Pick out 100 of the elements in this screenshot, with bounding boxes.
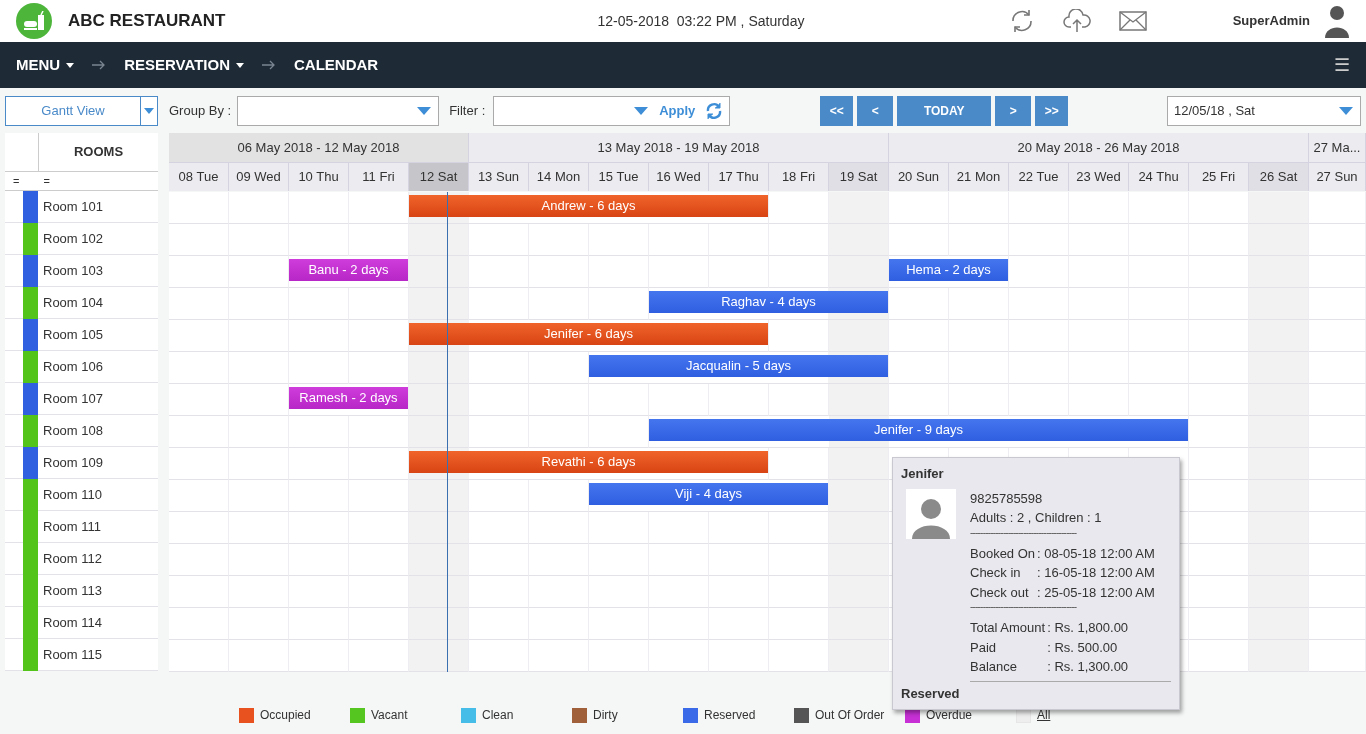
calendar-cell[interactable] — [469, 544, 529, 576]
calendar-cell[interactable] — [649, 256, 709, 288]
calendar-cell[interactable] — [529, 352, 589, 384]
calendar-cell[interactable] — [589, 576, 649, 608]
calendar-cell[interactable] — [1189, 416, 1249, 448]
calendar-cell[interactable]: Raghav - 4 days — [649, 288, 889, 320]
calendar-cell[interactable] — [949, 352, 1009, 384]
calendar-cell[interactable] — [709, 512, 769, 544]
booking-bar[interactable]: Ramesh - 2 days — [289, 387, 408, 409]
calendar-cell[interactable] — [169, 384, 229, 416]
calendar-cell[interactable] — [409, 480, 469, 512]
calendar-cell[interactable] — [1189, 192, 1249, 224]
calendar-cell[interactable] — [1009, 224, 1069, 256]
calendar-cell[interactable] — [649, 640, 709, 672]
calendar-cell[interactable] — [1009, 288, 1069, 320]
calendar-cell[interactable] — [1249, 352, 1309, 384]
calendar-cell[interactable] — [1189, 224, 1249, 256]
calendar-cell[interactable] — [1309, 384, 1366, 416]
calendar-cell[interactable] — [229, 288, 289, 320]
calendar-cell[interactable] — [769, 384, 829, 416]
calendar-cell[interactable] — [1129, 288, 1189, 320]
calendar-cell[interactable] — [769, 544, 829, 576]
calendar-cell[interactable] — [829, 576, 889, 608]
calendar-cell[interactable] — [349, 640, 409, 672]
booking-bar[interactable]: Banu - 2 days — [289, 259, 408, 281]
calendar-cell[interactable] — [529, 384, 589, 416]
calendar-cell[interactable] — [589, 384, 649, 416]
filter-select[interactable]: Apply — [493, 95, 731, 126]
calendar-cell[interactable] — [1309, 224, 1366, 256]
user-avatar-icon[interactable] — [1324, 4, 1350, 38]
nav-button[interactable]: << — [820, 95, 854, 126]
calendar-cell[interactable] — [229, 320, 289, 352]
calendar-cell[interactable]: Viji - 4 days — [589, 480, 829, 512]
calendar-cell[interactable] — [709, 544, 769, 576]
calendar-cell[interactable] — [1249, 640, 1309, 672]
calendar-cell[interactable] — [1069, 320, 1129, 352]
calendar-cell[interactable] — [229, 192, 289, 224]
calendar-cell[interactable] — [1189, 384, 1249, 416]
calendar-cell[interactable] — [1069, 384, 1129, 416]
calendar-cell[interactable] — [349, 352, 409, 384]
calendar-cell[interactable] — [229, 256, 289, 288]
calendar-cell[interactable] — [1069, 192, 1129, 224]
calendar-cell[interactable] — [229, 416, 289, 448]
calendar-cell[interactable] — [769, 224, 829, 256]
calendar-cell[interactable] — [769, 320, 829, 352]
calendar-cell[interactable] — [409, 416, 469, 448]
calendar-cell[interactable] — [1069, 256, 1129, 288]
calendar-cell[interactable] — [169, 192, 229, 224]
calendar-cell[interactable] — [529, 288, 589, 320]
calendar-cell[interactable] — [1249, 224, 1309, 256]
calendar-cell[interactable]: Revathi - 6 days — [409, 448, 769, 480]
calendar-cell[interactable] — [169, 608, 229, 640]
calendar-cell[interactable] — [829, 192, 889, 224]
calendar-cell[interactable] — [649, 384, 709, 416]
calendar-cell[interactable] — [1069, 288, 1129, 320]
calendar-cell[interactable] — [709, 256, 769, 288]
calendar-cell[interactable] — [1189, 480, 1249, 512]
calendar-cell[interactable] — [1189, 320, 1249, 352]
cloud-upload-icon[interactable] — [1062, 9, 1091, 33]
calendar-cell[interactable] — [229, 576, 289, 608]
calendar-cell[interactable] — [289, 448, 349, 480]
calendar-cell[interactable] — [1249, 320, 1309, 352]
calendar-cell[interactable] — [1189, 288, 1249, 320]
calendar-cell[interactable] — [469, 576, 529, 608]
calendar-cell[interactable] — [1309, 480, 1366, 512]
calendar-cell[interactable] — [169, 416, 229, 448]
calendar-cell[interactable] — [949, 288, 1009, 320]
calendar-cell[interactable] — [169, 224, 229, 256]
calendar-cell[interactable] — [949, 192, 1009, 224]
calendar-cell[interactable] — [469, 416, 529, 448]
calendar-cell[interactable] — [1249, 576, 1309, 608]
calendar-cell[interactable] — [229, 448, 289, 480]
calendar-cell[interactable] — [229, 512, 289, 544]
calendar-cell[interactable] — [889, 320, 949, 352]
calendar-cell[interactable] — [709, 640, 769, 672]
calendar-cell[interactable] — [589, 256, 649, 288]
calendar-cell[interactable] — [829, 320, 889, 352]
calendar-cell[interactable] — [409, 288, 469, 320]
breadcrumb-link[interactable]: CALENDAR — [294, 53, 379, 77]
calendar-cell[interactable] — [1309, 448, 1366, 480]
calendar-cell[interactable] — [1129, 224, 1189, 256]
calendar-cell[interactable] — [1009, 256, 1069, 288]
calendar-cell[interactable] — [589, 224, 649, 256]
calendar-cell[interactable] — [889, 384, 949, 416]
calendar-cell[interactable] — [169, 288, 229, 320]
calendar-cell[interactable] — [949, 320, 1009, 352]
calendar-cell[interactable] — [469, 256, 529, 288]
calendar-cell[interactable] — [349, 480, 409, 512]
calendar-cell[interactable] — [829, 256, 889, 288]
refresh-icon[interactable] — [705, 101, 724, 120]
calendar-cell[interactable] — [349, 608, 409, 640]
booking-bar[interactable]: Revathi - 6 days — [409, 451, 768, 473]
calendar-cell[interactable] — [469, 608, 529, 640]
calendar-cell[interactable] — [1129, 352, 1189, 384]
calendar-cell[interactable] — [169, 320, 229, 352]
calendar-cell[interactable] — [289, 224, 349, 256]
calendar-cell[interactable] — [409, 352, 469, 384]
calendar-cell[interactable] — [1189, 512, 1249, 544]
calendar-cell[interactable] — [1309, 512, 1366, 544]
drag-handle[interactable]: = — [43, 175, 50, 187]
